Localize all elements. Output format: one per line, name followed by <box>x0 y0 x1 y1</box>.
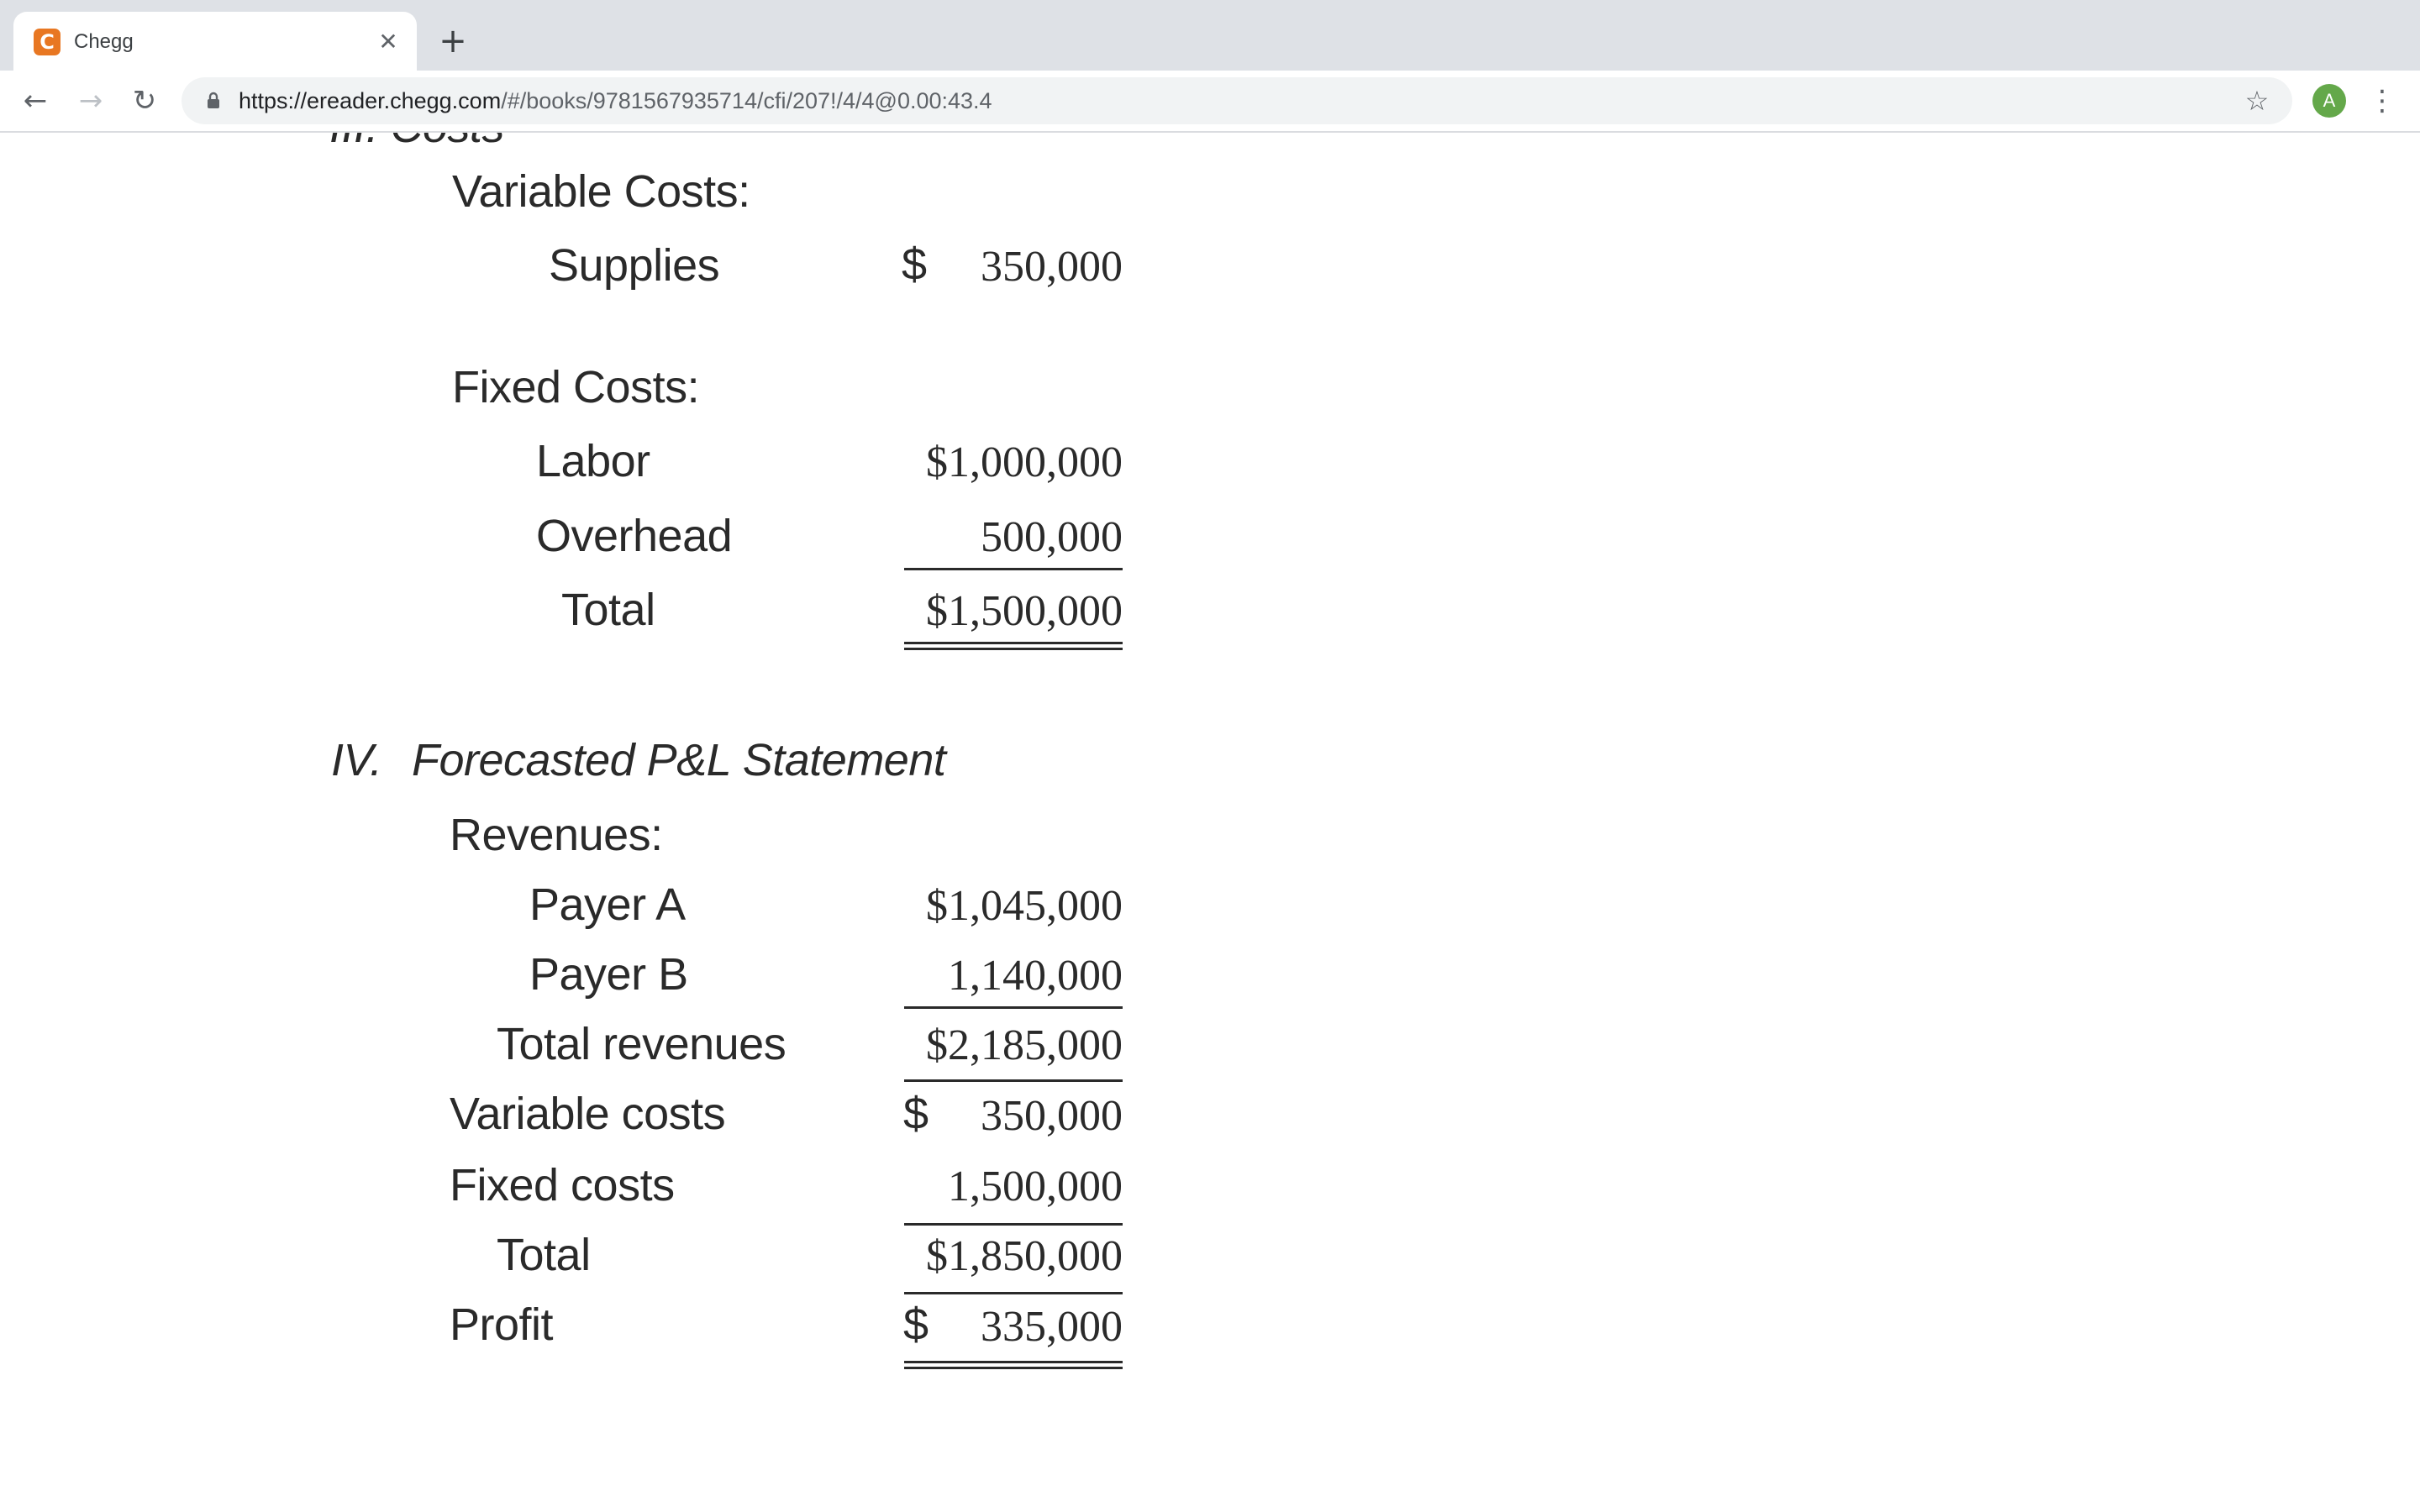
profit-value: 335,000 <box>981 1303 1123 1351</box>
pl-total-label: Total <box>497 1230 591 1280</box>
payer-b-underline <box>904 1006 1123 1009</box>
browser-toolbar: ← → ↻ https://ereader.chegg.com/#/books/… <box>0 71 2420 133</box>
url-host: https://ereader.chegg.com <box>239 88 502 113</box>
pl-total-underline <box>904 1292 1123 1294</box>
pl-total-value: $1,850,000 <box>926 1232 1123 1280</box>
costs-total-label: Total <box>561 585 655 635</box>
total-revenues-underline <box>904 1079 1123 1082</box>
costs-total-value: $1,500,000 <box>926 587 1123 635</box>
close-tab-icon[interactable]: ✕ <box>373 27 403 57</box>
fixed-costs-value: 1,500,000 <box>948 1163 1123 1210</box>
browser-menu-icon[interactable]: ⋮ <box>2368 82 2396 119</box>
overhead-value: 500,000 <box>981 513 1123 561</box>
costs-total-double-underline-1 <box>904 642 1123 644</box>
payer-b-label: Payer B <box>529 949 688 1000</box>
revenues-heading: Revenues: <box>450 810 663 860</box>
payer-b-value: 1,140,000 <box>948 952 1123 1000</box>
profit-double-underline-2 <box>904 1367 1123 1369</box>
labor-label: Labor <box>536 436 650 486</box>
bookmark-star-icon[interactable]: ☆ <box>2238 82 2275 119</box>
variable-costs-value: 350,000 <box>981 1092 1123 1140</box>
fixed-costs-heading: Fixed Costs: <box>452 362 700 412</box>
back-icon[interactable]: ← <box>17 82 54 119</box>
total-revenues-value: $2,185,000 <box>926 1021 1123 1069</box>
variable-costs-heading: Variable Costs: <box>452 166 750 217</box>
forward-icon[interactable]: → <box>72 82 109 119</box>
tab-title: Chegg <box>74 30 134 53</box>
payer-a-value: $1,045,000 <box>926 882 1123 930</box>
chegg-favicon-icon: C <box>34 29 60 55</box>
profile-avatar[interactable]: A <box>2312 84 2346 118</box>
address-bar[interactable]: https://ereader.chegg.com/#/books/978156… <box>182 77 2292 124</box>
total-revenues-label: Total revenues <box>497 1019 786 1069</box>
ereader-page: III. Costs Variable Costs: Supplies $ 35… <box>0 133 2420 1512</box>
supplies-value: 350,000 <box>981 243 1123 291</box>
url-text[interactable]: https://ereader.chegg.com/#/books/978156… <box>239 87 992 114</box>
fixed-costs-underline <box>904 1223 1123 1226</box>
overhead-underline <box>904 568 1123 570</box>
new-tab-button[interactable]: + <box>435 24 471 59</box>
labor-value: $1,000,000 <box>926 438 1123 486</box>
payer-a-label: Payer A <box>529 879 686 930</box>
supplies-label: Supplies <box>549 240 720 291</box>
profit-label: Profit <box>450 1299 554 1350</box>
fixed-costs-label: Fixed costs <box>450 1160 675 1210</box>
browser-tab[interactable]: C Chegg ✕ <box>13 12 417 71</box>
variable-costs-label: Variable costs <box>450 1089 726 1139</box>
url-path: /#/books/9781567935714/cfi/207!/4/4@0.00… <box>501 88 992 113</box>
reload-icon[interactable]: ↻ <box>126 82 163 119</box>
costs-total-double-underline-2 <box>904 648 1123 650</box>
lock-icon <box>208 92 219 108</box>
profit-double-underline-1 <box>904 1361 1123 1363</box>
section-iv-title: Forecasted P&L Statement <box>412 735 946 785</box>
overhead-label: Overhead <box>536 511 733 561</box>
tab-strip: C Chegg ✕ + <box>0 0 2420 71</box>
section-iii-heading: III. Costs <box>329 133 505 156</box>
section-iv-number: IV. <box>331 735 382 785</box>
